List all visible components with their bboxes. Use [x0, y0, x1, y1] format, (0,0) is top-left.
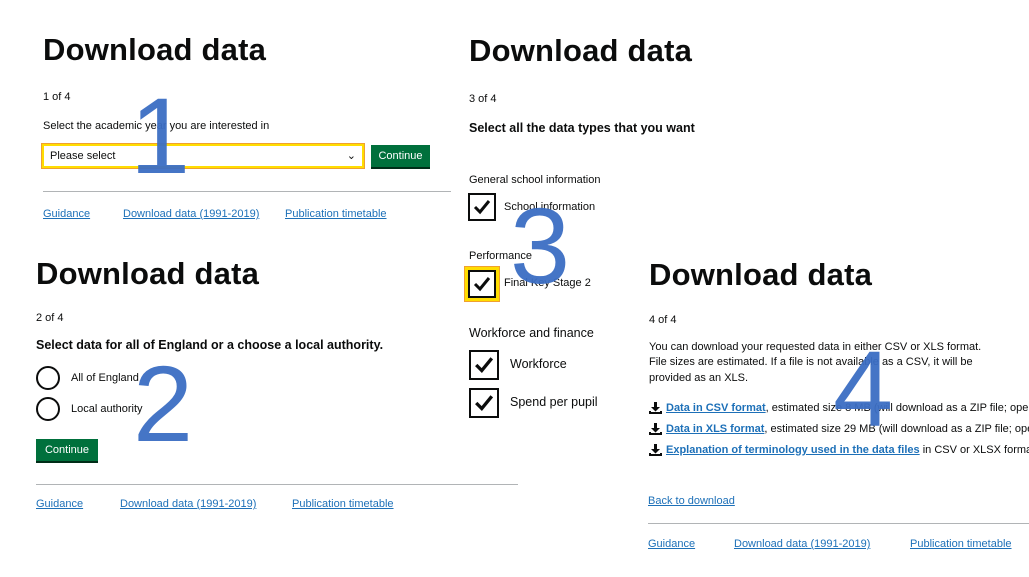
divider — [36, 484, 518, 485]
chevron-down-icon: ⌄ — [346, 150, 356, 162]
csv-download-details: , estimated size 8 MB (will download as … — [765, 402, 1029, 414]
radio-all-of-england[interactable] — [36, 366, 60, 390]
divider — [648, 523, 1029, 524]
step-marker: 2 — [133, 343, 194, 464]
download-data-archive-link[interactable]: Download data (1991-2019) — [734, 538, 870, 550]
select-value: Please select — [50, 150, 116, 162]
check-icon — [473, 277, 491, 292]
checkbox-spend-per-pupil[interactable] — [469, 388, 499, 418]
step-marker: 4 — [833, 328, 894, 449]
intro-line: You can download your requested data in … — [649, 341, 982, 353]
download-icon — [649, 423, 662, 435]
checkbox-school-information[interactable] — [468, 193, 496, 221]
step-indicator: 3 of 4 — [469, 93, 497, 105]
panel-step-1: Download data 1 of 4 Select the academic… — [0, 0, 451, 240]
publication-timetable-link[interactable]: Publication timetable — [292, 498, 394, 510]
back-to-download-link[interactable]: Back to download — [648, 495, 735, 507]
continue-button[interactable]: Continue — [36, 439, 98, 461]
page-title: Download data — [36, 256, 260, 291]
step-marker: 3 — [510, 185, 571, 306]
panel-step-2: Download data 2 of 4 Select data for all… — [0, 250, 520, 530]
continue-button[interactable]: Continue — [371, 145, 430, 167]
guidance-link[interactable]: Guidance — [648, 538, 695, 550]
download-data-archive-link[interactable]: Download data (1991-2019) — [120, 498, 256, 510]
check-icon — [475, 395, 494, 412]
step-marker: 1 — [130, 75, 191, 196]
page-title: Download data — [649, 257, 873, 292]
page-title: Download data — [43, 32, 267, 67]
csv-download-link[interactable]: Data in CSV format — [666, 402, 766, 414]
download-data-archive-link[interactable]: Download data (1991-2019) — [123, 208, 259, 220]
check-icon — [473, 200, 491, 215]
page-title: Download data — [469, 33, 693, 68]
xls-download-details: , estimated size 29 MB (will download as… — [764, 423, 1029, 435]
checkbox-label: Spend per pupil — [510, 395, 598, 409]
guidance-link[interactable]: Guidance — [43, 208, 90, 220]
panel-step-3: Download data 3 of 4 Select all the data… — [455, 0, 695, 430]
xls-download-link[interactable]: Data in XLS format — [666, 423, 764, 435]
radio-label: Local authority — [71, 403, 143, 415]
data-types-question: Select all the data types that you want — [469, 121, 695, 135]
area-question: Select data for all of England or a choo… — [36, 338, 384, 352]
download-icon — [649, 402, 662, 414]
radio-label: All of England — [71, 372, 139, 384]
guidance-link[interactable]: Guidance — [36, 498, 83, 510]
publication-timetable-link[interactable]: Publication timetable — [910, 538, 1012, 550]
terminology-details: in CSV or XLSX format, — [919, 444, 1029, 456]
checkbox-workforce[interactable] — [469, 350, 499, 380]
download-icon — [649, 444, 662, 456]
intro-line: provided as an XLS. — [649, 372, 749, 384]
checkbox-final-key-stage-2[interactable] — [465, 267, 499, 301]
academic-year-select[interactable]: Please select ⌄ — [41, 143, 365, 169]
step-indicator: 2 of 4 — [36, 312, 64, 324]
intro-line: File sizes are estimated. If a file is n… — [649, 356, 973, 368]
publication-timetable-link[interactable]: Publication timetable — [285, 208, 387, 220]
group-heading: Workforce and finance — [469, 326, 594, 340]
step-indicator: 4 of 4 — [649, 314, 677, 326]
check-icon — [475, 357, 494, 374]
panel-step-4: Download data 4 of 4 You can download yo… — [630, 245, 1029, 577]
step-indicator: 1 of 4 — [43, 91, 71, 103]
divider — [43, 191, 451, 192]
radio-local-authority[interactable] — [36, 397, 60, 421]
checkbox-label: Workforce — [510, 357, 567, 371]
